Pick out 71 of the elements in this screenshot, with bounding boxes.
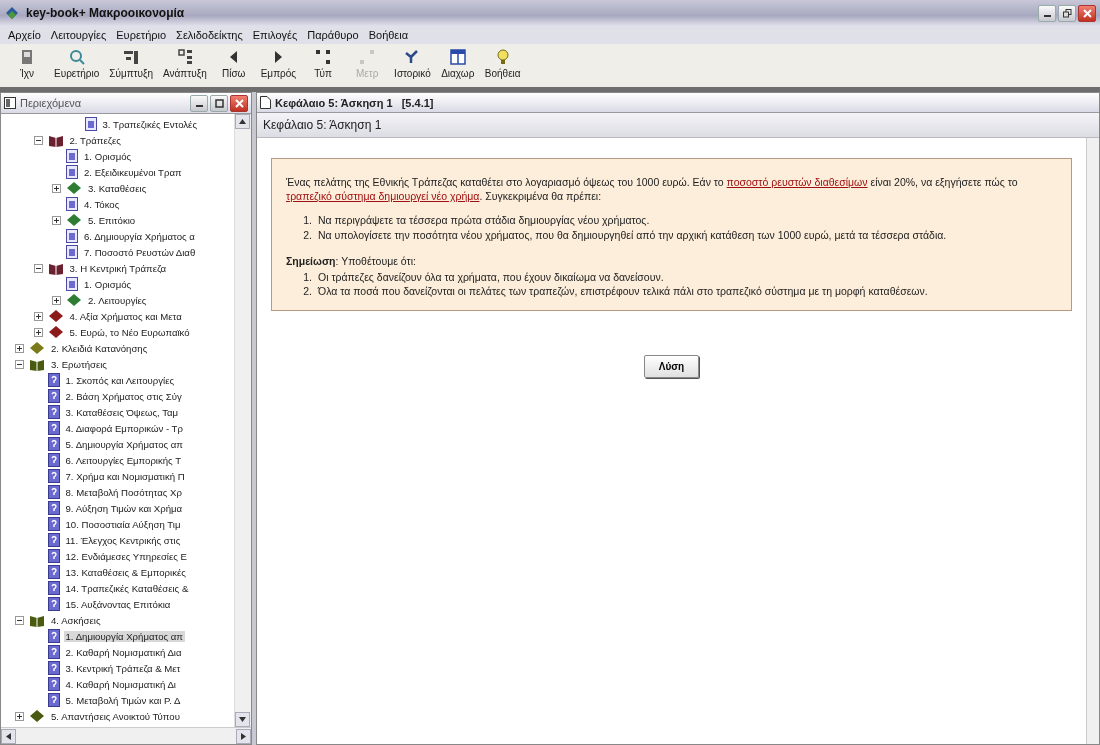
list-number: 1. xyxy=(302,269,312,285)
tree-item[interactable]: 15. Αυξάνοντας Επιτόκια xyxy=(63,598,173,610)
tree-item[interactable]: 4. Τόκος xyxy=(82,198,122,210)
tree-item[interactable]: 3. Ερωτήσεις xyxy=(49,358,109,370)
note-text: Σημείωση: Υποθέτουμε ότι: xyxy=(286,253,417,268)
tree-item[interactable]: 4. Αξία Χρήματος και Μετα xyxy=(67,310,184,322)
list-number: 1. xyxy=(302,213,312,228)
tree-item[interactable]: 14. Τραπεζικές Καταθέσεις & xyxy=(63,582,191,594)
tree-item[interactable]: 5. Επιτόκιο xyxy=(86,214,138,226)
tree-item[interactable]: 10. Ποσοστιαία Αύξηση Τιμ xyxy=(63,518,183,530)
page-heading: Κεφάλαιο 5: Άσκηση 1 xyxy=(263,118,382,132)
panel-title: Περιεχόμενα xyxy=(20,97,83,109)
toolbar-button[interactable]: Βοήθεια xyxy=(480,46,525,81)
tree-item[interactable]: 3. Καταθέσεις xyxy=(86,182,149,194)
tree-item[interactable]: 1. Σκοπός και Λειτουργίες xyxy=(63,374,177,386)
tree-item[interactable]: 1. Δημιουργία Χρήματος απ xyxy=(63,630,185,642)
tree-item[interactable]: 7. Ποσοστό Ρευστών Διαθ xyxy=(82,246,198,258)
tree-item[interactable]: 3. Η Κεντρική Τράπεζα xyxy=(67,262,169,274)
tree-item[interactable]: 5. Ευρώ, το Νέο Ευρωπαϊκό xyxy=(67,326,192,338)
window-title: Κεφάλαιο 5: Άσκηση 1 [5.4.1] xyxy=(275,95,435,110)
tree-item[interactable]: 9. Αύξηση Τιμών και Χρήμα xyxy=(63,502,185,514)
list-number: 2. xyxy=(302,284,312,299)
toolbar-button[interactable]: Τύπ xyxy=(302,46,345,81)
tree-item[interactable]: 3. Τραπεζικές Εντολές xyxy=(100,118,199,130)
toolbar-button[interactable]: Ιστορικό xyxy=(390,46,435,81)
menu-item[interactable]: Βοήθεια xyxy=(363,28,414,42)
menu-item[interactable]: Αρχείο xyxy=(3,28,46,42)
assumption-item: Οι τράπεζες δανείζουν όλα τα χρήματα, που έχουν δικαίωμα να δανείσουν. xyxy=(318,269,664,285)
menu-item[interactable]: Επιλογές xyxy=(247,28,303,42)
window-title: key-book+ Μακροοικονομία xyxy=(26,6,186,20)
tree-item[interactable]: 12. Ενδιάμεσες Υπηρεσίες Ε xyxy=(63,550,189,562)
tree-item[interactable]: 4. Διαφορά Εμπορικών - Τρ xyxy=(63,422,185,434)
toolbar-button[interactable]: Διαχωρ xyxy=(436,46,479,81)
tree-item[interactable]: 2. Τράπεζες xyxy=(67,134,123,146)
task-item: Να υπολογίσετε την ποσότητα νέου χρήματος, που θα δημιουργηθεί από την αρχική κατάθεση των 1000 ευρώ, μετά τα τέσσερα στάδια. xyxy=(318,227,947,242)
menu-item[interactable]: Λειτουργίες xyxy=(45,28,112,42)
tree-item[interactable]: 2. Κλειδιά Κατανόησης xyxy=(49,342,150,354)
tree-item[interactable]: 8. Μεταβολή Ποσότητας Χρ xyxy=(63,486,184,498)
tree-item[interactable]: 1. Ορισμός xyxy=(82,150,134,162)
task-item: Να περιγράψετε τα τέσσερα πρώτα στάδια δημιουργίας νέου χρήματος. xyxy=(318,213,650,228)
list-number: 2. xyxy=(302,227,312,242)
toolbar-button[interactable]: Ανάπτυξη xyxy=(159,46,211,81)
assumption-item: Όλα τα ποσά που δανείζονται οι πελάτες των τραπεζών, επιστρέφουν τελικά πάλι στο τραπεζικό σύστημα με τη μορφή καταθέσεων. xyxy=(318,284,928,299)
tree-item[interactable]: 11. Έλεγχος Κεντρικής στις xyxy=(63,534,183,546)
tree-item[interactable]: 4. Ασκήσεις xyxy=(49,614,103,626)
tree-item[interactable]: 2. Λειτουργίες xyxy=(86,294,149,306)
tree-item[interactable]: 5. Δημιουργία Χρήματος απ xyxy=(63,438,185,450)
toolbar-button[interactable]: Ευρετήριο xyxy=(50,46,104,81)
toolbar-button[interactable]: Εμπρός xyxy=(256,46,301,81)
tree-item[interactable]: 5. Μεταβολή Τιμών και Ρ. Δ xyxy=(63,694,183,706)
exercise-text: Ένας πελάτης της Εθνικής Τράπεζας καταθέτει στο λογαριασμό όψεως του 1000 ευρώ. Εάν το ποσοστό ρευστών διαθεσίμων είναι 20%, να εξηγήσετε πώς το τραπεζικό σύστημα δημιουργεί νέο χρήμα. Συγκεκριμένα θα πρέπει: xyxy=(286,175,1019,204)
toolbar-button[interactable]: Σύμπτυξη xyxy=(105,46,158,81)
tree-item[interactable]: 2. Εξειδικευμένοι Τραπ xyxy=(82,166,184,178)
tree-item[interactable]: 3. Κεντρική Τράπεζα & Μετ xyxy=(63,662,183,674)
tree-item[interactable]: 7. Χρήμα και Νομισματική Π xyxy=(63,470,187,482)
tree-item[interactable]: 2. Καθαρή Νομισματική Δια xyxy=(63,646,184,658)
tree-item[interactable]: 6. Λειτουργίες Εμπορικής Τ xyxy=(63,454,184,466)
tree-item[interactable]: 13. Καταθέσεις & Εμπορικές xyxy=(63,566,188,578)
tree-item[interactable]: 6. Δημιουργία Χρήματος α xyxy=(82,230,197,242)
toolbar-button[interactable]: Ίχν xyxy=(6,46,48,81)
tree-item[interactable]: 5. Απαντήσεις Ανοικτού Τύπου xyxy=(49,710,182,722)
solution-button[interactable]: Λύση xyxy=(643,355,700,379)
toolbar-button[interactable]: Πίσω xyxy=(212,46,255,81)
menu-item[interactable]: Σελιδοδείκτης xyxy=(171,28,248,42)
tree-item[interactable]: 1. Ορισμός xyxy=(82,278,134,290)
tree-item[interactable]: 3. Καταθέσεις Όψεως, Ταμ xyxy=(63,406,181,418)
tree-item[interactable]: 2. Βάση Χρήματος στις Σύγ xyxy=(63,390,184,402)
menu-item[interactable]: Ευρετήριο xyxy=(111,28,172,42)
tree-item[interactable]: 4. Καθαρή Νομισματική Δι xyxy=(63,678,178,690)
menu-item[interactable]: Παράθυρο xyxy=(302,28,364,42)
glossary-link[interactable]: ποσοστό ρευστών διαθεσίμων xyxy=(726,176,868,188)
